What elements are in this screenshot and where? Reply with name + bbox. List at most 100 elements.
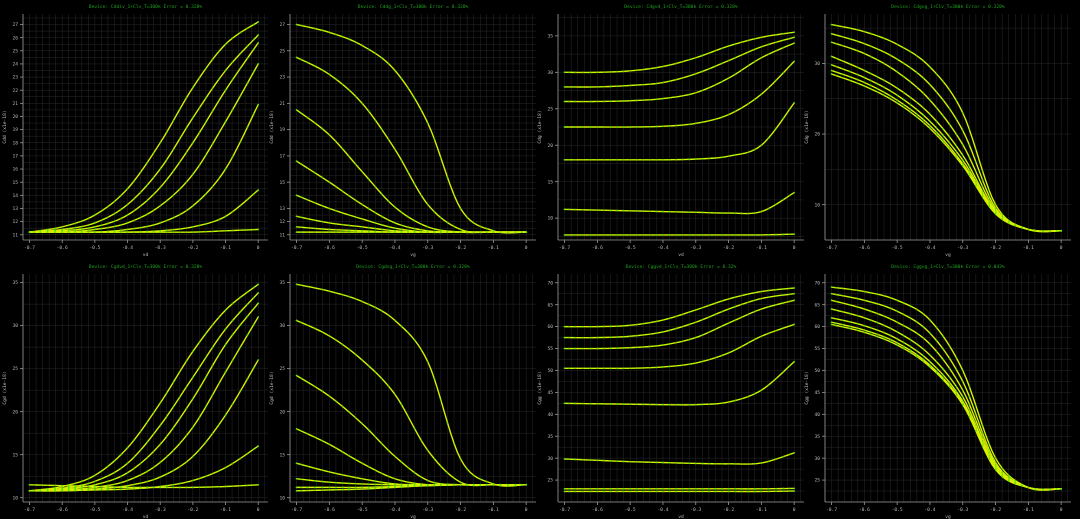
data-point — [574, 86, 577, 88]
data-point — [775, 490, 777, 493]
data-point — [367, 207, 370, 210]
data-point — [589, 336, 592, 339]
data-point — [446, 484, 449, 486]
data-point — [159, 204, 162, 207]
data-point — [354, 225, 357, 228]
data-point — [367, 48, 370, 51]
data-point — [295, 225, 298, 228]
data-point — [841, 59, 844, 62]
data-point — [341, 293, 344, 296]
data-point — [782, 294, 785, 296]
data-point — [446, 231, 449, 234]
data-point — [380, 472, 383, 475]
data-point — [133, 476, 135, 479]
y-tick-label: 65 — [814, 302, 820, 308]
data-point — [701, 70, 704, 73]
y-tick-label: 50 — [547, 368, 553, 374]
data-point — [211, 230, 214, 233]
data-point — [961, 129, 964, 132]
chart-title: Device: Cggvd_1+Clv_T=300k Error = 0.32% — [626, 264, 737, 270]
y-tick-label: 19 — [279, 127, 285, 133]
data-point — [902, 334, 905, 337]
data-point — [74, 222, 77, 225]
data-point — [856, 289, 859, 292]
data-point — [348, 411, 350, 413]
data-point — [306, 217, 309, 220]
data-point — [876, 87, 879, 90]
data-point — [348, 295, 350, 298]
data-point — [629, 367, 632, 370]
data-point — [126, 486, 129, 489]
data-point — [224, 309, 227, 312]
data-point — [328, 290, 331, 293]
data-point — [252, 38, 255, 41]
data-point — [394, 222, 396, 224]
data-point — [525, 231, 528, 234]
data-point — [341, 482, 344, 484]
data-point — [793, 323, 796, 326]
data-point — [942, 80, 944, 83]
data-point — [675, 78, 677, 81]
data-point — [300, 226, 302, 229]
data-point — [54, 489, 57, 492]
data-point — [239, 346, 242, 349]
data-point — [485, 227, 488, 230]
x-tick-label: -0.1 — [488, 245, 499, 251]
data-point — [568, 458, 570, 461]
data-point — [321, 489, 324, 492]
y-tick-label: 70 — [814, 280, 820, 286]
data-point — [300, 486, 302, 489]
data-point — [922, 107, 925, 109]
data-point — [635, 69, 638, 72]
data-point — [367, 487, 370, 490]
data-point — [205, 97, 207, 99]
data-point — [341, 229, 344, 232]
x-tick-label: -0.7 — [291, 507, 302, 513]
data-point — [581, 71, 584, 74]
data-point — [694, 309, 697, 311]
data-point — [387, 314, 390, 317]
data-point — [205, 376, 207, 378]
data-point — [74, 231, 77, 234]
data-point — [113, 488, 116, 491]
data-point — [870, 310, 872, 313]
data-point — [883, 331, 885, 334]
data-point — [354, 95, 357, 98]
data-point — [835, 42, 837, 45]
data-point — [596, 402, 599, 405]
data-point — [152, 231, 155, 234]
data-point — [994, 203, 997, 206]
data-point — [596, 234, 599, 236]
data-point — [793, 287, 796, 289]
data-point — [300, 284, 302, 287]
data-point — [380, 442, 383, 445]
data-point — [981, 444, 984, 447]
series-line-1 — [564, 31, 795, 74]
data-point — [760, 308, 763, 310]
data-point — [896, 341, 899, 344]
data-point — [675, 234, 677, 236]
data-point — [740, 212, 743, 215]
data-point — [642, 68, 645, 71]
data-point — [295, 462, 298, 465]
data-point — [581, 126, 584, 128]
data-point — [205, 486, 207, 489]
y-axis-label: Cdg (x1e-18) — [537, 110, 543, 143]
data-point — [224, 229, 227, 232]
data-point — [367, 465, 370, 468]
data-point — [648, 98, 651, 101]
data-point — [328, 335, 331, 337]
data-point — [694, 56, 697, 59]
data-point — [178, 228, 181, 230]
data-point — [948, 381, 951, 384]
data-point — [929, 127, 931, 130]
data-point — [563, 126, 566, 128]
data-point — [100, 477, 103, 480]
data-point — [185, 231, 188, 234]
data-point — [420, 223, 423, 226]
data-point — [380, 377, 383, 380]
data-point — [760, 490, 763, 493]
data-point — [568, 347, 570, 350]
data-point — [100, 485, 103, 488]
series-line-4 — [29, 63, 259, 234]
